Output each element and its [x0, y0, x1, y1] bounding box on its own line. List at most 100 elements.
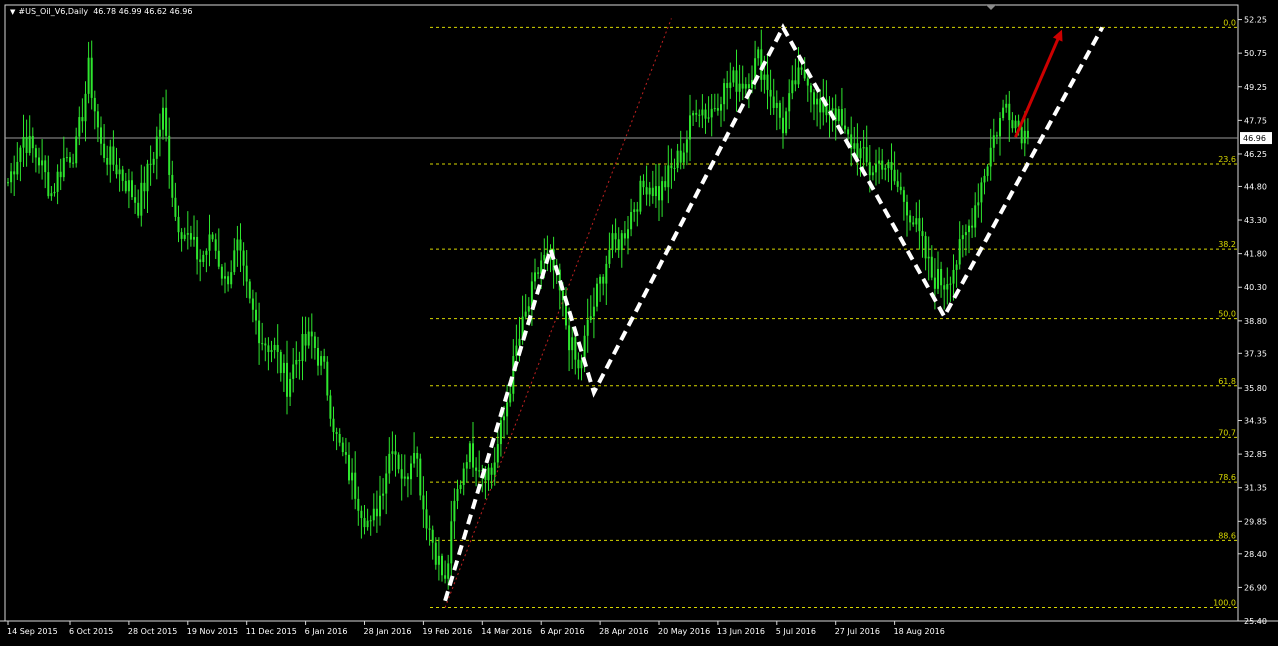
x-axis-label: 5 Jul 2016 [776, 627, 816, 636]
candle-body [208, 234, 211, 251]
trendline [444, 18, 672, 608]
y-axis-label: 25.40 [1244, 617, 1267, 626]
candle-body [441, 555, 443, 576]
candle-body [447, 563, 450, 579]
candle-body [41, 160, 44, 166]
candle-body [317, 347, 319, 366]
candle-body [527, 306, 530, 312]
candle-body [286, 362, 288, 397]
candle-body [509, 393, 512, 403]
candle-body [186, 233, 189, 235]
candle-body [592, 306, 595, 317]
candle-body [124, 180, 127, 192]
candle-body [214, 239, 217, 251]
candle-body [782, 117, 784, 134]
candle-body [865, 147, 868, 163]
x-axis-label: 6 Apr 2016 [540, 627, 584, 636]
candle-body [902, 190, 905, 202]
x-axis-label: 28 Jan 2016 [364, 627, 412, 636]
candle-body [115, 164, 118, 175]
y-axis-label: 41.80 [1244, 250, 1267, 259]
candle-body [369, 520, 372, 522]
candle-body [1026, 130, 1029, 139]
candle-body [56, 171, 59, 192]
candle-body [25, 136, 28, 153]
candle-body [149, 163, 152, 165]
candle-body [118, 169, 121, 175]
candle-body [109, 146, 112, 165]
x-axis-label: 20 May 2016 [658, 627, 710, 636]
candle-body [503, 416, 505, 421]
candle-body [428, 528, 431, 530]
scroll-marker-icon[interactable] [986, 5, 996, 10]
candle-body [890, 161, 893, 170]
fib-level-label: 0.0 [1223, 18, 1236, 27]
candle-body [871, 172, 874, 176]
candle-body [930, 256, 933, 278]
candle-body [205, 250, 208, 255]
candle-body [112, 146, 115, 165]
candle-body [685, 139, 688, 153]
candle-body [16, 161, 19, 175]
candle-body [636, 209, 639, 212]
candle-body [952, 269, 955, 284]
candle-body [245, 265, 248, 282]
candle-body [875, 163, 877, 173]
candle-body [909, 215, 912, 223]
candle-body [723, 83, 726, 105]
candle-body [496, 444, 499, 463]
candle-body [574, 337, 577, 360]
candle-body [797, 67, 800, 85]
candle-body [785, 111, 788, 134]
candle-body [543, 254, 546, 261]
candle-body [744, 84, 747, 89]
candle-body [320, 356, 323, 366]
candle-body [809, 85, 812, 93]
candle-body [512, 356, 515, 394]
x-axis-label: 14 Mar 2016 [481, 627, 532, 636]
candle-body [794, 80, 797, 85]
candle-body [623, 233, 626, 239]
candle-body [568, 325, 571, 351]
candle-body [7, 182, 9, 184]
candle-body [165, 107, 168, 136]
chart-plot[interactable]: 0.0 23.6 38.2 50.0 61.8 70.7 78.6 88.6 100.0 52.2… [0, 0, 1278, 646]
candle-body [868, 162, 871, 176]
candle-body [425, 509, 428, 529]
candle-body [394, 451, 397, 455]
candle-body [614, 233, 617, 240]
fib-level-label: 88.6 [1218, 531, 1236, 540]
candle-body [84, 93, 87, 122]
candle-body [391, 451, 394, 454]
x-axis-label: 19 Feb 2016 [422, 627, 472, 636]
candle-body [475, 467, 478, 471]
candle-body [775, 102, 778, 108]
plot-frame [4, 4, 1239, 622]
candle-body [298, 359, 301, 361]
candle-body [375, 508, 378, 517]
candle-body [379, 495, 381, 517]
candle-body [431, 529, 434, 543]
candle-body [19, 147, 22, 162]
candle-body [1011, 120, 1014, 129]
y-axis-label: 47.75 [1244, 116, 1267, 125]
candle-body [912, 222, 915, 225]
candle-body [193, 236, 195, 240]
y-axis-label: 29.85 [1244, 517, 1267, 526]
candle-body [806, 78, 809, 86]
candle-body [103, 143, 106, 158]
candle-body [264, 343, 267, 346]
candle-body [769, 89, 772, 97]
candle-body [664, 181, 667, 188]
candle-body [800, 67, 803, 70]
candle-body [577, 359, 580, 369]
fib-level-label: 38.2 [1218, 240, 1236, 249]
candle-body [899, 186, 902, 191]
candle-body [146, 163, 149, 192]
candle-body [961, 235, 964, 240]
candle-body [695, 112, 698, 115]
candle-body [230, 272, 233, 285]
candle-body [620, 233, 623, 251]
candle-body [400, 469, 403, 479]
candle-body [989, 147, 992, 167]
